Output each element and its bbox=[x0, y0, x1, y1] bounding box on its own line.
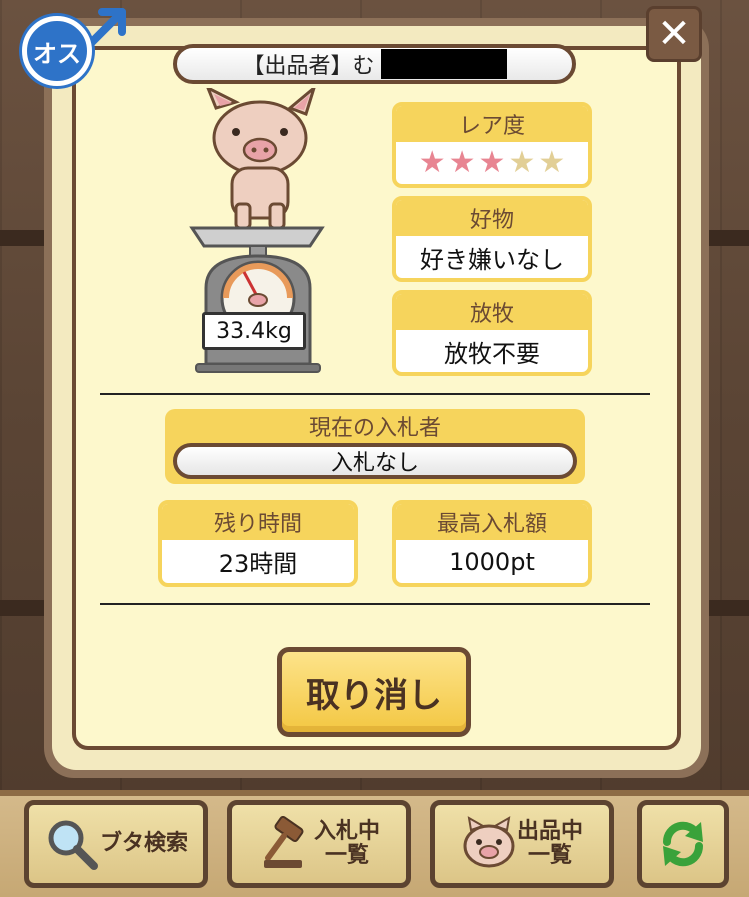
gender-badge: オス bbox=[22, 4, 126, 86]
seller-name-redacted bbox=[380, 49, 507, 79]
gender-label: オス bbox=[22, 16, 92, 86]
seller-label: 【出品者】む bbox=[242, 54, 375, 79]
star-empty-icon: ★ bbox=[538, 145, 566, 180]
close-button[interactable]: ✕ bbox=[646, 6, 702, 62]
highest-bid-title: 最高入札額 bbox=[396, 504, 588, 540]
favorite-value: 好き嫌いなし bbox=[420, 245, 564, 274]
current-bidder-title: 現在の入札者 bbox=[308, 416, 441, 441]
star-empty-icon: ★ bbox=[508, 145, 536, 180]
divider bbox=[100, 603, 650, 605]
divider bbox=[100, 393, 650, 395]
rarity-card: レア度 ★ ★ ★ ★ ★ bbox=[392, 102, 592, 188]
cancel-listing-button[interactable]: 取り消し bbox=[277, 647, 471, 737]
refresh-icon bbox=[662, 821, 704, 867]
pig-face-icon bbox=[463, 816, 515, 868]
listing-list-button[interactable]: 出品中 一覧 bbox=[430, 800, 614, 888]
highest-bid-card: 最高入札額 1000pt bbox=[392, 500, 592, 587]
bidding-list-button[interactable]: 入札中 一覧 bbox=[227, 800, 411, 888]
remaining-time-value: 23時間 bbox=[218, 550, 298, 578]
seller-bar: 【出品者】む bbox=[173, 44, 576, 84]
favorite-title: 好物 bbox=[396, 200, 588, 236]
close-icon: ✕ bbox=[657, 11, 691, 57]
star-filled-icon: ★ bbox=[448, 145, 476, 180]
current-bidder-card: 現在の入札者 入札なし bbox=[165, 409, 585, 484]
remaining-time-card: 残り時間 23時間 bbox=[158, 500, 358, 587]
star-filled-icon: ★ bbox=[478, 145, 506, 180]
cancel-listing-label: 取り消し bbox=[306, 675, 442, 716]
grazing-title: 放牧 bbox=[396, 294, 588, 330]
remaining-time-title: 残り時間 bbox=[162, 504, 354, 540]
magnifier-icon bbox=[48, 820, 98, 870]
favorite-card: 好物 好き嫌いなし bbox=[392, 196, 592, 282]
grazing-value: 放牧不要 bbox=[444, 339, 540, 368]
bidding-list-label-line2: 一覧 bbox=[324, 843, 369, 868]
current-bidder-value: 入札なし bbox=[173, 443, 577, 479]
pig-search-button[interactable]: ブタ検索 bbox=[24, 800, 208, 888]
bidding-list-label-line1: 入札中 bbox=[313, 818, 380, 844]
rarity-stars: ★ ★ ★ ★ ★ bbox=[419, 148, 566, 178]
grazing-card: 放牧 放牧不要 bbox=[392, 290, 592, 376]
pig-search-label: ブタ検索 bbox=[99, 830, 188, 856]
highest-bid-value: 1000pt bbox=[449, 547, 535, 576]
rarity-title: レア度 bbox=[396, 106, 588, 142]
listing-list-label-line2: 一覧 bbox=[527, 843, 572, 868]
refresh-button[interactable] bbox=[637, 800, 729, 888]
pig-weight: 33.4kg bbox=[202, 312, 306, 350]
listing-list-label-line1: 出品中 bbox=[516, 818, 583, 844]
pig-on-scale: 33.4kg bbox=[186, 83, 336, 378]
star-filled-icon: ★ bbox=[418, 145, 446, 180]
gavel-icon bbox=[263, 816, 304, 868]
